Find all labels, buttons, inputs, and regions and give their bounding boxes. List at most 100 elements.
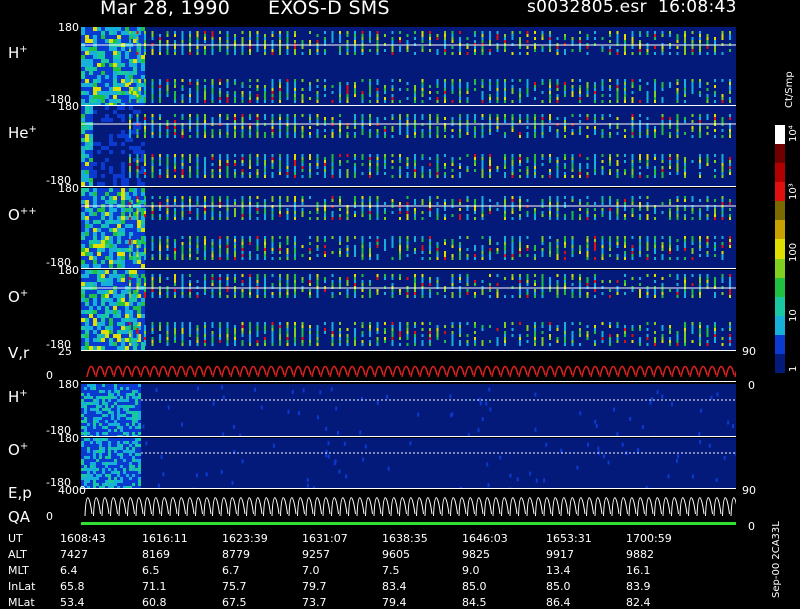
spectrum-cell: [302, 202, 304, 205]
spectrum-cell: [137, 202, 139, 205]
spectrum-cell: [324, 31, 326, 34]
spectrum-cell: [384, 322, 386, 325]
spectrum-cell: [639, 46, 641, 49]
spectrum-cell: [594, 37, 596, 40]
spectrum-cell: [414, 214, 416, 217]
spectrum-cell: [452, 322, 454, 325]
spectrum-cell: [294, 49, 296, 52]
spectrum-cell: [677, 100, 679, 103]
spectrum-cell: [407, 40, 409, 43]
spectrum-cell: [121, 63, 125, 67]
spectrum-cell: [182, 322, 184, 325]
spectrum-cell: [101, 330, 105, 334]
spectrum-cell: [117, 178, 121, 182]
spectrum-cell: [722, 79, 724, 82]
spectrum-cell: [109, 338, 113, 342]
spectrum-cell: [97, 342, 101, 346]
spectrum-cell: [117, 47, 121, 51]
spectrum-cell: [699, 91, 701, 94]
spectrum-cell: [219, 328, 221, 331]
spectrum-cell: [542, 37, 544, 40]
spectrum-cell: [692, 242, 694, 245]
spectrum-cell: [339, 236, 341, 239]
spectrum-cell: [234, 132, 236, 135]
spectrum-cell: [117, 302, 121, 306]
spectrum-cell: [117, 126, 121, 130]
spectrum-cell: [497, 328, 499, 331]
spectrum-cell: [572, 169, 574, 172]
spectrum-cell: [121, 326, 125, 330]
spectrum-cell: [279, 166, 281, 169]
spectrum-cell: [632, 157, 634, 160]
spectrum-cell: [549, 114, 551, 117]
spectrum-cell: [722, 236, 724, 239]
spectrum-cell: [489, 157, 491, 160]
spectrum-cell: [527, 166, 529, 169]
spectrum-cell: [81, 142, 85, 146]
spectrum-cell: [272, 52, 274, 55]
spectrum-cell: [152, 331, 154, 334]
spectrum-cell: [369, 322, 371, 325]
spectrum-cell: [699, 34, 701, 37]
spectrum-cell: [117, 244, 121, 248]
spectrum-cell: [347, 239, 349, 242]
spectrum-cell: [144, 340, 146, 343]
spectrum-cell: [113, 290, 117, 294]
spectrum-cell: [489, 236, 491, 239]
spectrum-cell: [707, 163, 709, 166]
spectrum-cell: [113, 39, 117, 43]
spectrum-cell: [324, 172, 326, 175]
spectrum-cell: [167, 245, 169, 248]
spectrum-cell: [369, 217, 371, 220]
spectrum-cell: [113, 150, 117, 154]
spectrum-cell: [474, 52, 476, 55]
spectrum-cell: [579, 88, 581, 91]
spectrum-cell: [579, 248, 581, 251]
spectrum-cell: [133, 236, 137, 240]
spectrum-cell: [133, 212, 137, 216]
spectrum-cell: [474, 245, 476, 248]
spectrum-cell: [117, 75, 121, 79]
spectrum-cell: [279, 49, 281, 52]
spectrum-cell: [85, 236, 89, 240]
spectrum-cell: [242, 120, 244, 123]
spectrum-cell: [714, 120, 716, 123]
spectrum-cell: [279, 251, 281, 254]
spectrum-cell: [527, 245, 529, 248]
spectrum-cell: [654, 79, 656, 82]
spectrum-cell: [227, 31, 229, 34]
spectrum-cell: [332, 172, 334, 175]
spectrum-cell: [399, 211, 401, 214]
spectrum-cell: [174, 202, 176, 205]
spectrum-cell: [414, 277, 416, 280]
spectrum-cell: [125, 95, 129, 99]
spectrum-cell: [489, 154, 491, 157]
spectrum-cell: [354, 245, 356, 248]
spectrum-cell: [174, 34, 176, 37]
spectrum-cell: [557, 245, 559, 248]
spectrum-cell: [242, 328, 244, 331]
spectrum-cell: [197, 175, 199, 178]
spectrum-cell: [579, 217, 581, 220]
spectrum-cell: [137, 224, 141, 228]
spectrum-cell: [204, 211, 206, 214]
spectrum-cell: [429, 163, 431, 166]
spectrum-cell: [542, 202, 544, 205]
spectrum-cell: [729, 217, 731, 220]
spectrum-cell: [594, 257, 596, 260]
spectrum-cell: [137, 157, 139, 160]
spectrum-cell: [89, 326, 93, 330]
spectrum-cell: [133, 322, 137, 326]
spectrum-cell: [549, 211, 551, 214]
spectrum-cell: [279, 214, 281, 217]
spectrum-cell: [294, 274, 296, 277]
spectrum-cell: [113, 142, 117, 146]
spectrum-cell: [137, 196, 139, 199]
spectrum-cell: [264, 214, 266, 217]
spectrum-cell: [133, 244, 137, 248]
spectrum-cell: [204, 251, 206, 254]
spectrum-cell: [407, 163, 409, 166]
spectrum-cell: [647, 94, 649, 97]
spectrum-cell: [489, 248, 491, 251]
spectrum-cell: [504, 214, 506, 217]
